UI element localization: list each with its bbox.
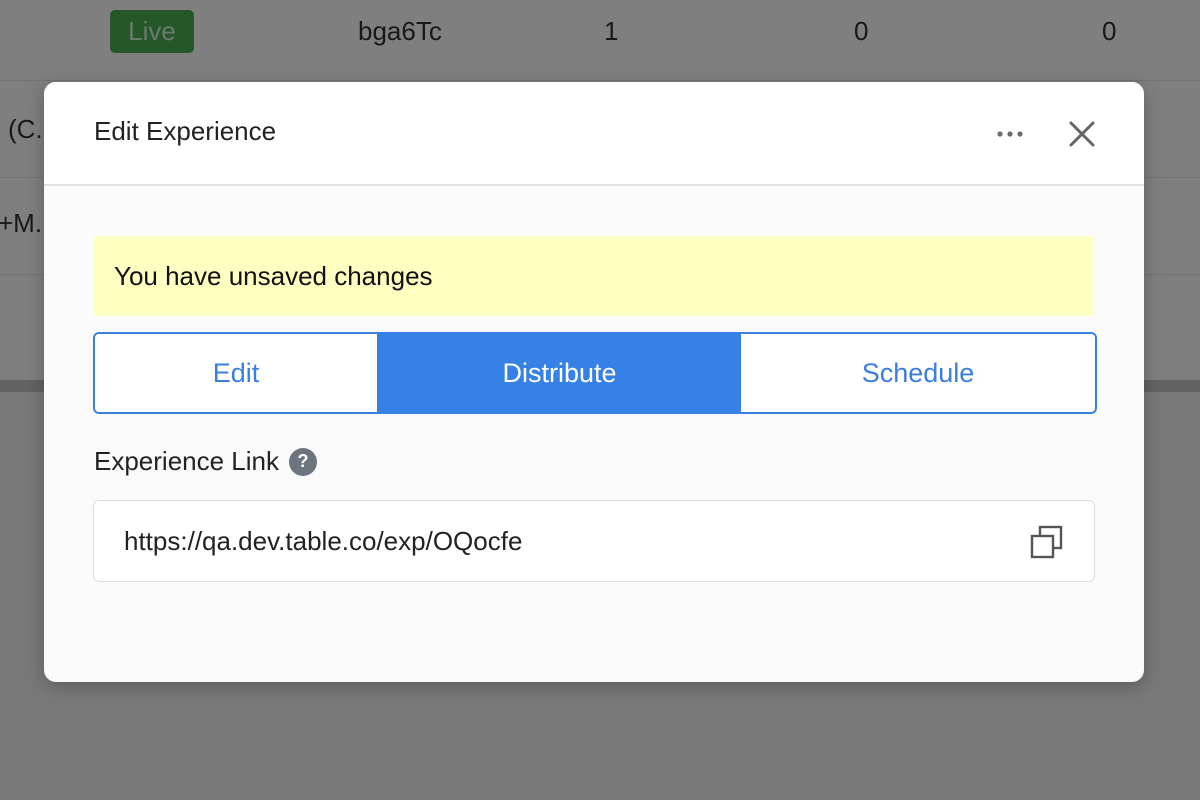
tab-distribute[interactable]: Distribute bbox=[378, 334, 741, 412]
close-button[interactable] bbox=[1064, 116, 1100, 152]
mode-tabs: Edit Distribute Schedule bbox=[93, 332, 1097, 414]
edit-experience-modal: Edit Experience You have unsaved changes… bbox=[44, 82, 1144, 682]
experience-link-label-text: Experience Link bbox=[94, 446, 279, 476]
experience-link-value[interactable]: https://qa.dev.table.co/exp/OQocfe bbox=[124, 526, 522, 557]
unsaved-changes-banner: You have unsaved changes bbox=[94, 236, 1094, 316]
tab-schedule[interactable]: Schedule bbox=[741, 334, 1095, 412]
help-icon[interactable]: ? bbox=[289, 447, 317, 476]
more-horizontal-icon bbox=[997, 131, 1023, 137]
copy-link-button[interactable] bbox=[1030, 525, 1064, 559]
more-options-button[interactable] bbox=[994, 118, 1026, 150]
modal-header: Edit Experience bbox=[44, 82, 1144, 186]
tab-edit[interactable]: Edit bbox=[95, 334, 378, 412]
copy-icon bbox=[1030, 525, 1063, 559]
modal-title: Edit Experience bbox=[94, 116, 277, 146]
close-icon bbox=[1069, 121, 1095, 147]
experience-link-label: Experience Link ? bbox=[94, 446, 317, 477]
experience-link-field[interactable]: https://qa.dev.table.co/exp/OQocfe bbox=[93, 500, 1095, 582]
